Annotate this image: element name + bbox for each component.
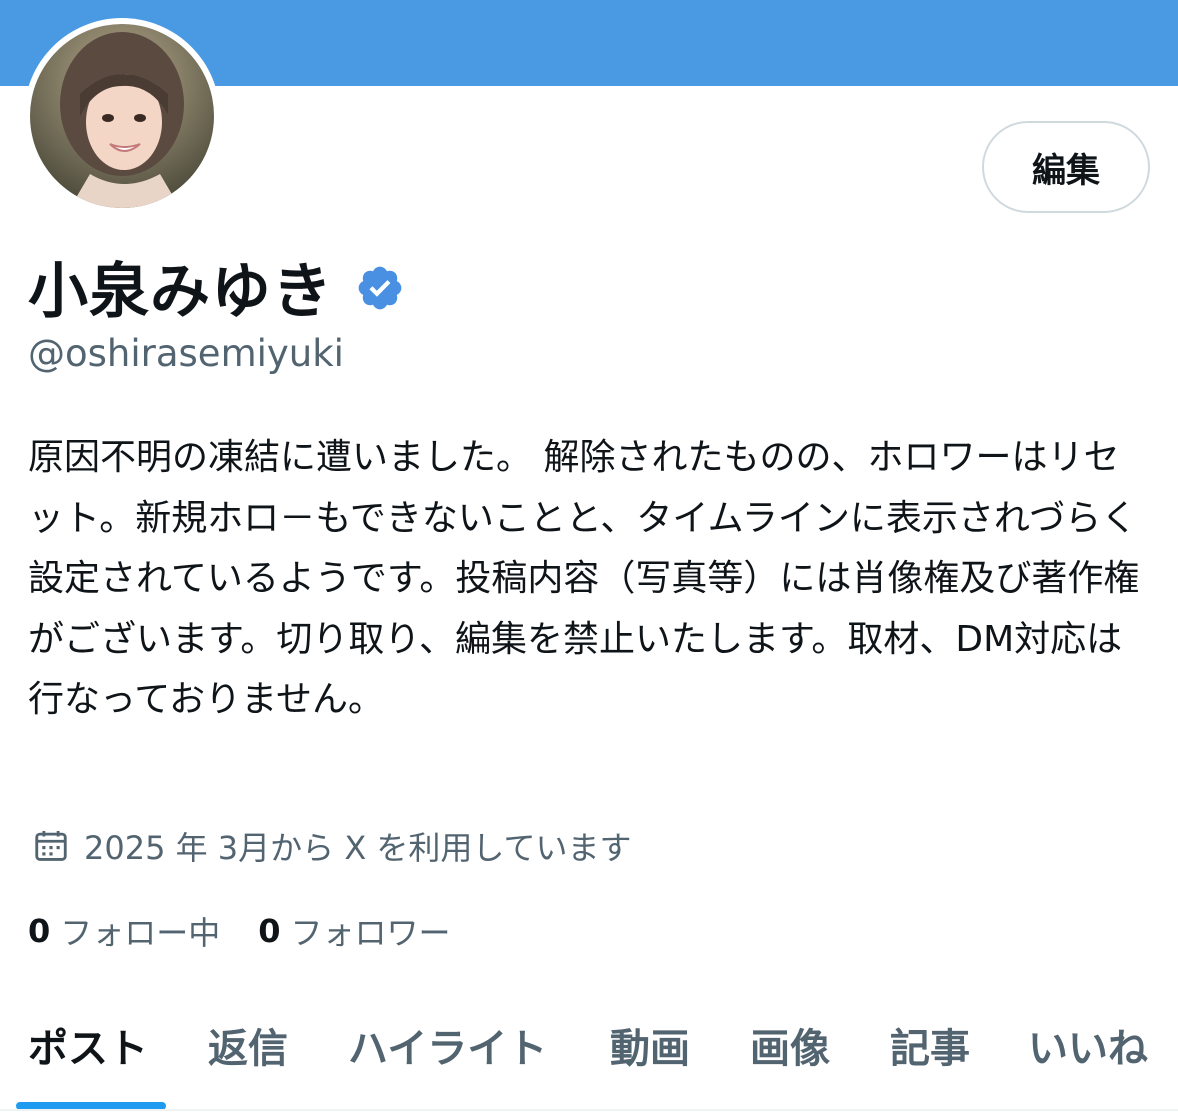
display-name: 小泉みゆき (28, 256, 333, 327)
user-handle: @oshirasemiyuki (28, 332, 344, 375)
followers-count: 0 (258, 912, 281, 950)
tab-likes[interactable]: いいね (1028, 1010, 1148, 1080)
followers-label: フォロワー (290, 914, 451, 952)
follow-stats: 0 フォロー中 0 フォロワー (28, 906, 451, 956)
tab-articles[interactable]: 記事 (890, 1010, 970, 1080)
followers-link[interactable]: 0 フォロワー (258, 908, 450, 954)
name-row: 小泉みゆき (28, 246, 405, 327)
profile-tabs: ポスト 返信 ハイライト 動画 画像 記事 いいね (0, 1010, 1178, 1114)
following-count: 0 (28, 912, 51, 950)
avatar[interactable] (24, 18, 220, 214)
calendar-icon (35, 830, 67, 861)
edit-profile-button[interactable]: 編集 (982, 121, 1150, 213)
tab-videos[interactable]: 動画 (610, 1010, 690, 1080)
tab-media[interactable]: 画像 (750, 1010, 830, 1080)
tab-highlights[interactable]: ハイライト (348, 1010, 547, 1080)
avatar-photo (30, 24, 214, 208)
joined-date-row: 2025 年 3月から X を利用しています (32, 822, 631, 870)
verified-badge-icon[interactable] (355, 263, 405, 313)
profile-bio: 原因不明の凍結に遭いました。 解除されたものの、ホロワーはリセット。新規ホロ－も… (28, 437, 1140, 720)
joined-date: 2025 年 3月から X を利用しています (84, 829, 632, 867)
tab-replies[interactable]: 返信 (208, 1010, 288, 1080)
following-label: フォロー中 (60, 914, 221, 952)
tab-posts[interactable]: ポスト (28, 1010, 148, 1080)
divider (0, 1109, 1178, 1111)
following-link[interactable]: 0 フォロー中 (28, 908, 220, 954)
